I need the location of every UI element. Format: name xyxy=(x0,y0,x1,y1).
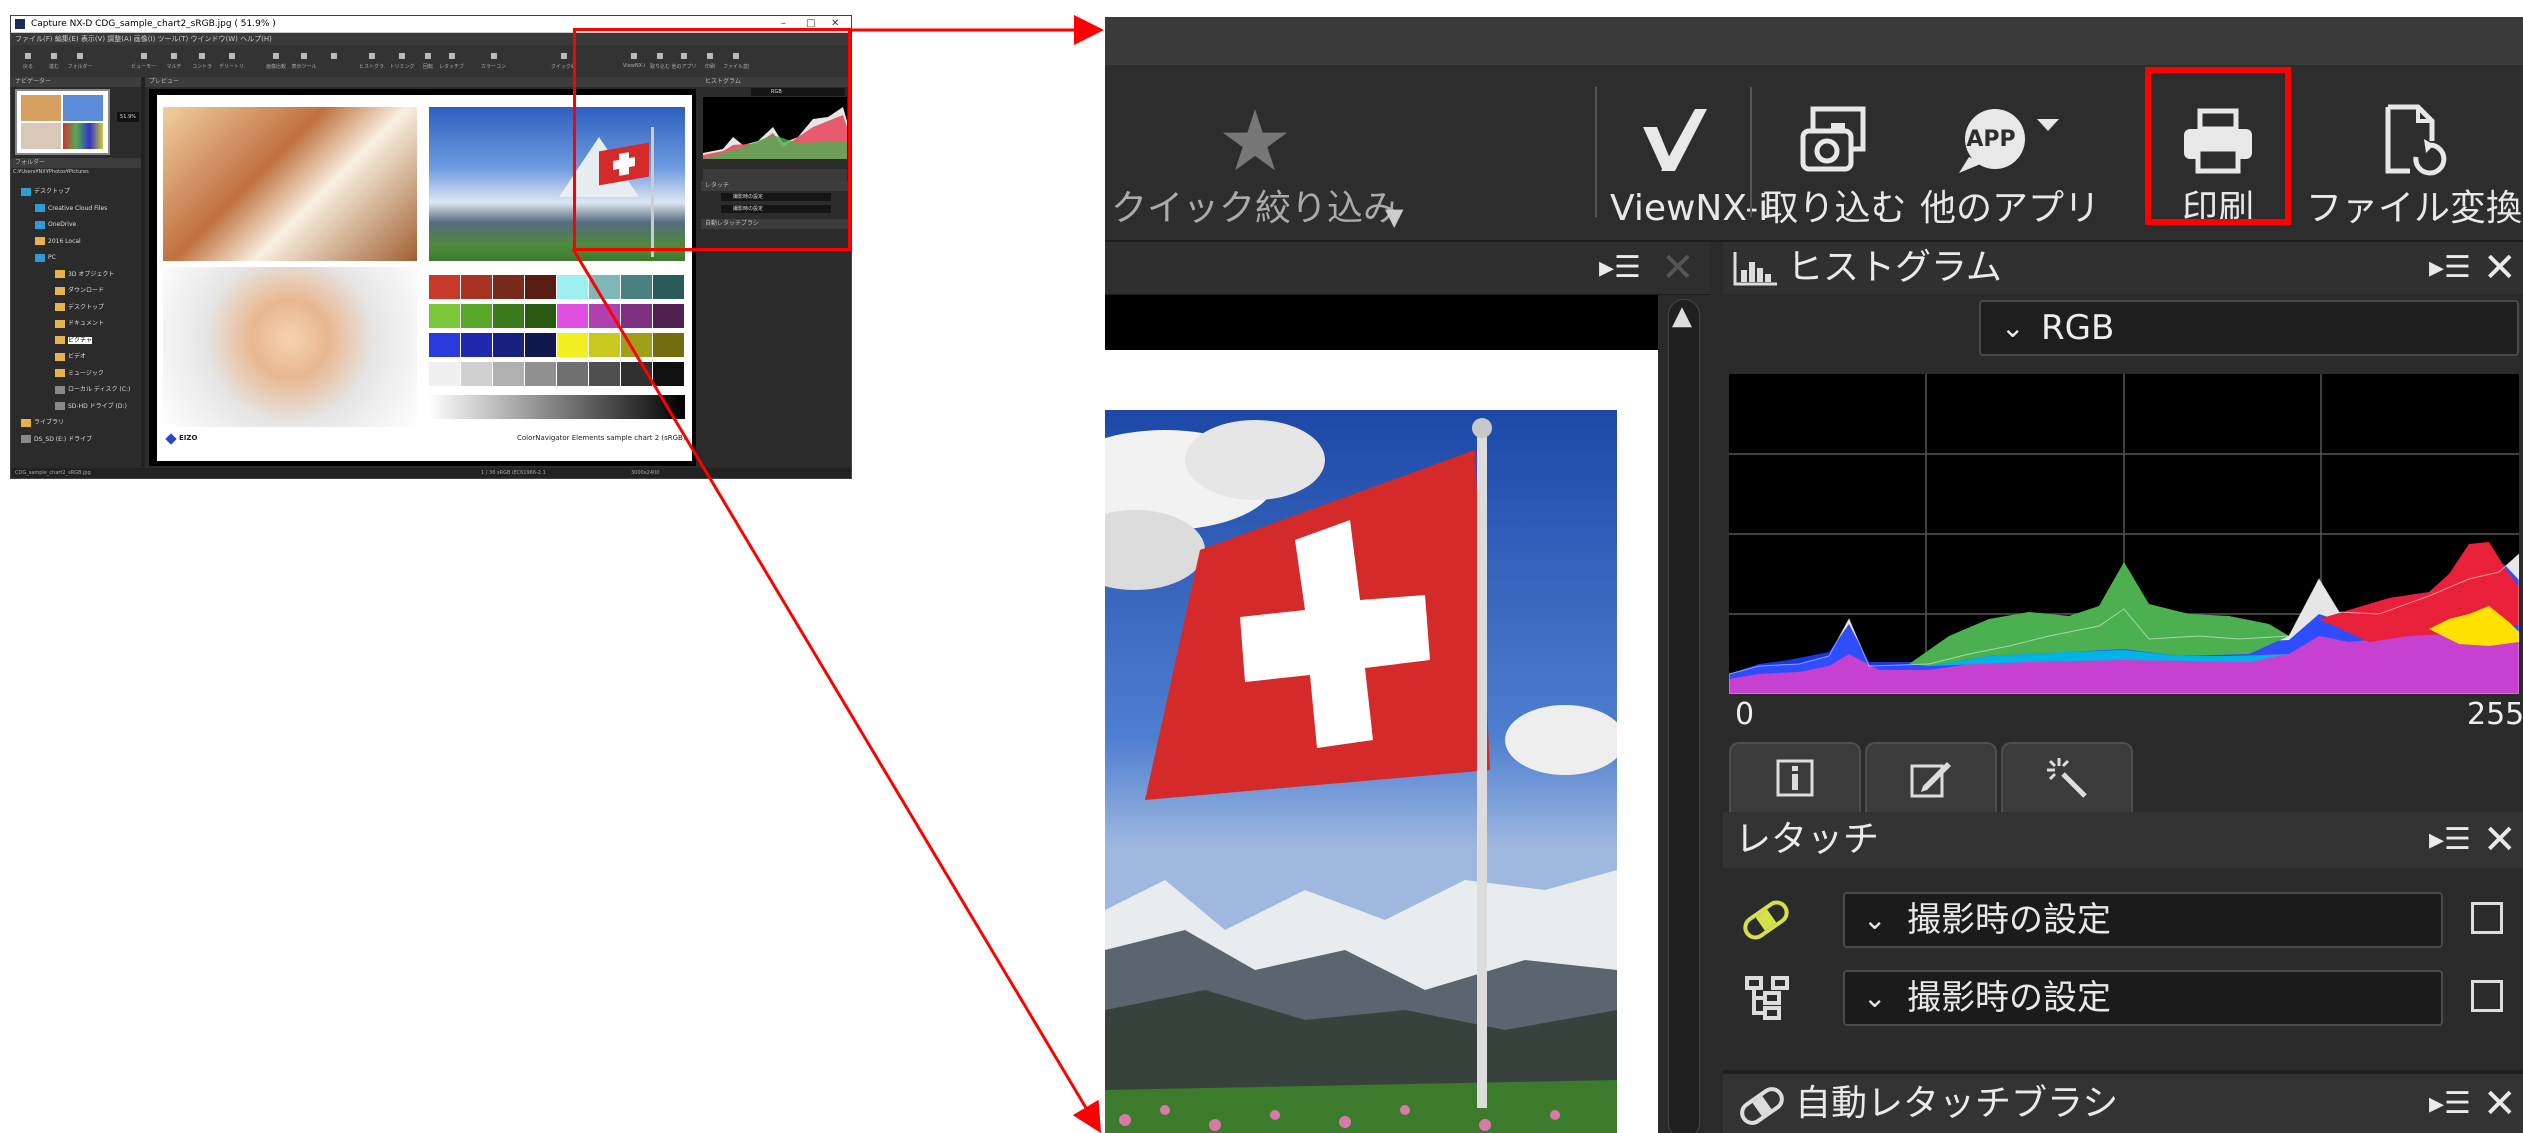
other-apps-label: 他のアプリ xyxy=(1919,188,2100,229)
tab-info[interactable] xyxy=(1729,742,1861,812)
print-highlight xyxy=(2145,67,2291,225)
star-icon: ★ xyxy=(1217,92,1293,190)
toolbar-separator xyxy=(1750,87,1752,217)
viewnx-button[interactable]: ViewNX-i xyxy=(1610,95,1769,231)
histogram-title: ヒストグラム xyxy=(1787,247,2002,288)
zoomed-view: ★ クイック絞り込み ▼ ViewNX-i 取り込む APP 他のアプリ 印刷 … xyxy=(1105,17,2523,1133)
import-label: 取り込む xyxy=(1762,188,1907,229)
zoom-title-bar xyxy=(1105,17,2523,65)
chevron-down-icon: ⌄ xyxy=(2001,311,2025,344)
control-point-icon xyxy=(1745,976,1789,1020)
file-convert-label: ファイル変換 xyxy=(2305,188,2522,229)
viewnx-label: ViewNX-i xyxy=(1610,188,1769,229)
bandage-icon xyxy=(1740,1087,1784,1125)
panel-menu-icon[interactable]: ▸☰ xyxy=(2429,242,2471,294)
channel-value: RGB xyxy=(2041,308,2115,348)
app-badge: APP xyxy=(1966,127,2016,152)
histogram-graph xyxy=(1728,374,2520,695)
other-apps-button[interactable]: APP 他のアプリ xyxy=(1915,95,2105,231)
magic-wand-icon xyxy=(2047,758,2087,798)
retouch-select-1[interactable]: ⌄ 撮影時の設定 xyxy=(1843,892,2443,948)
file-convert-button[interactable]: ファイル変換 xyxy=(2305,95,2523,231)
right-panel: ヒストグラム ▸☰ ✕ ⌄ RGB 0 255 レタッチ ▸☰ ✕ ⌄ 撮影時の… xyxy=(1723,242,2523,1133)
retouch-checkbox-1[interactable] xyxy=(2471,902,2503,934)
channel-dropdown[interactable]: ⌄ RGB xyxy=(1979,300,2519,356)
close-icon[interactable]: ✕ xyxy=(2483,1078,2517,1130)
quick-filter-button[interactable]: ★ クイック絞り込み xyxy=(1105,92,1405,231)
quick-filter-dropdown-icon[interactable]: ▼ xyxy=(1385,203,1403,231)
preview-area[interactable] xyxy=(1105,295,1658,1133)
toolbar-separator xyxy=(1595,87,1597,217)
retouch-select-1-value: 撮影時の設定 xyxy=(1907,900,2111,940)
retouch-title: レタッチ xyxy=(1735,819,1880,860)
retouch-header: レタッチ ▸☰ ✕ xyxy=(1723,812,2523,868)
chevron-down-icon: ⌄ xyxy=(1863,903,1887,936)
file-convert-icon xyxy=(2385,104,2447,176)
edit-icon xyxy=(1910,762,1951,798)
viewnx-icon xyxy=(1643,109,1707,171)
info-icon xyxy=(1776,759,1814,797)
zoom-toolbar: ★ クイック絞り込み ▼ ViewNX-i 取り込む APP 他のアプリ 印刷 … xyxy=(1105,65,2523,242)
hist-axis-max: 255 xyxy=(2467,697,2523,732)
retouch-select-2-value: 撮影時の設定 xyxy=(1907,978,2111,1018)
tab-edit[interactable] xyxy=(1865,742,1997,812)
preview-scrollbar[interactable]: ▲ xyxy=(1658,295,1710,1133)
quick-filter-label: クイック絞り込み xyxy=(1110,188,1399,229)
panel-menu-icon[interactable]: ▸☰ xyxy=(2429,1078,2471,1130)
preview-paper xyxy=(1105,350,1658,1133)
chevron-down-icon: ⌄ xyxy=(1863,981,1887,1014)
scroll-up-icon[interactable]: ▲ xyxy=(1672,301,1692,331)
preview-header: ▸☰ ✕ xyxy=(1105,242,1710,295)
import-camera-icon xyxy=(1800,106,1865,172)
retouch-select-2[interactable]: ⌄ 撮影時の設定 xyxy=(1843,970,2443,1026)
arrow-bottom xyxy=(571,248,1102,1133)
bandage-icon xyxy=(1743,900,1789,940)
retouch-row-2: ⌄ 撮影時の設定 xyxy=(1723,960,2523,1036)
histogram-header: ヒストグラム ▸☰ ✕ xyxy=(1723,242,2523,294)
close-icon[interactable]: ✕ xyxy=(1661,242,1695,294)
close-icon[interactable]: ✕ xyxy=(2483,814,2517,866)
retouch-checkbox-2[interactable] xyxy=(2471,980,2503,1012)
panel-menu-icon[interactable]: ▸☰ xyxy=(2429,814,2471,866)
panel-menu-icon[interactable]: ▸☰ xyxy=(1599,242,1641,294)
auto-retouch-header: 自動レタッチブラシ ▸☰ ✕ xyxy=(1723,1070,2523,1133)
import-button[interactable]: 取り込む xyxy=(1757,95,1912,231)
scroll-track[interactable] xyxy=(1668,299,1700,1133)
panel-tabs xyxy=(1723,742,2523,812)
retouch-row-1: ⌄ 撮影時の設定 xyxy=(1723,882,2523,958)
swiss-flag-photo xyxy=(1105,410,1617,1133)
histogram-icon xyxy=(1733,252,1777,286)
close-icon[interactable]: ✕ xyxy=(2483,242,2517,294)
auto-retouch-title: 自動レタッチブラシ xyxy=(1795,1083,2119,1124)
hist-axis-min: 0 xyxy=(1735,697,1755,732)
tab-auto[interactable] xyxy=(2001,742,2133,812)
